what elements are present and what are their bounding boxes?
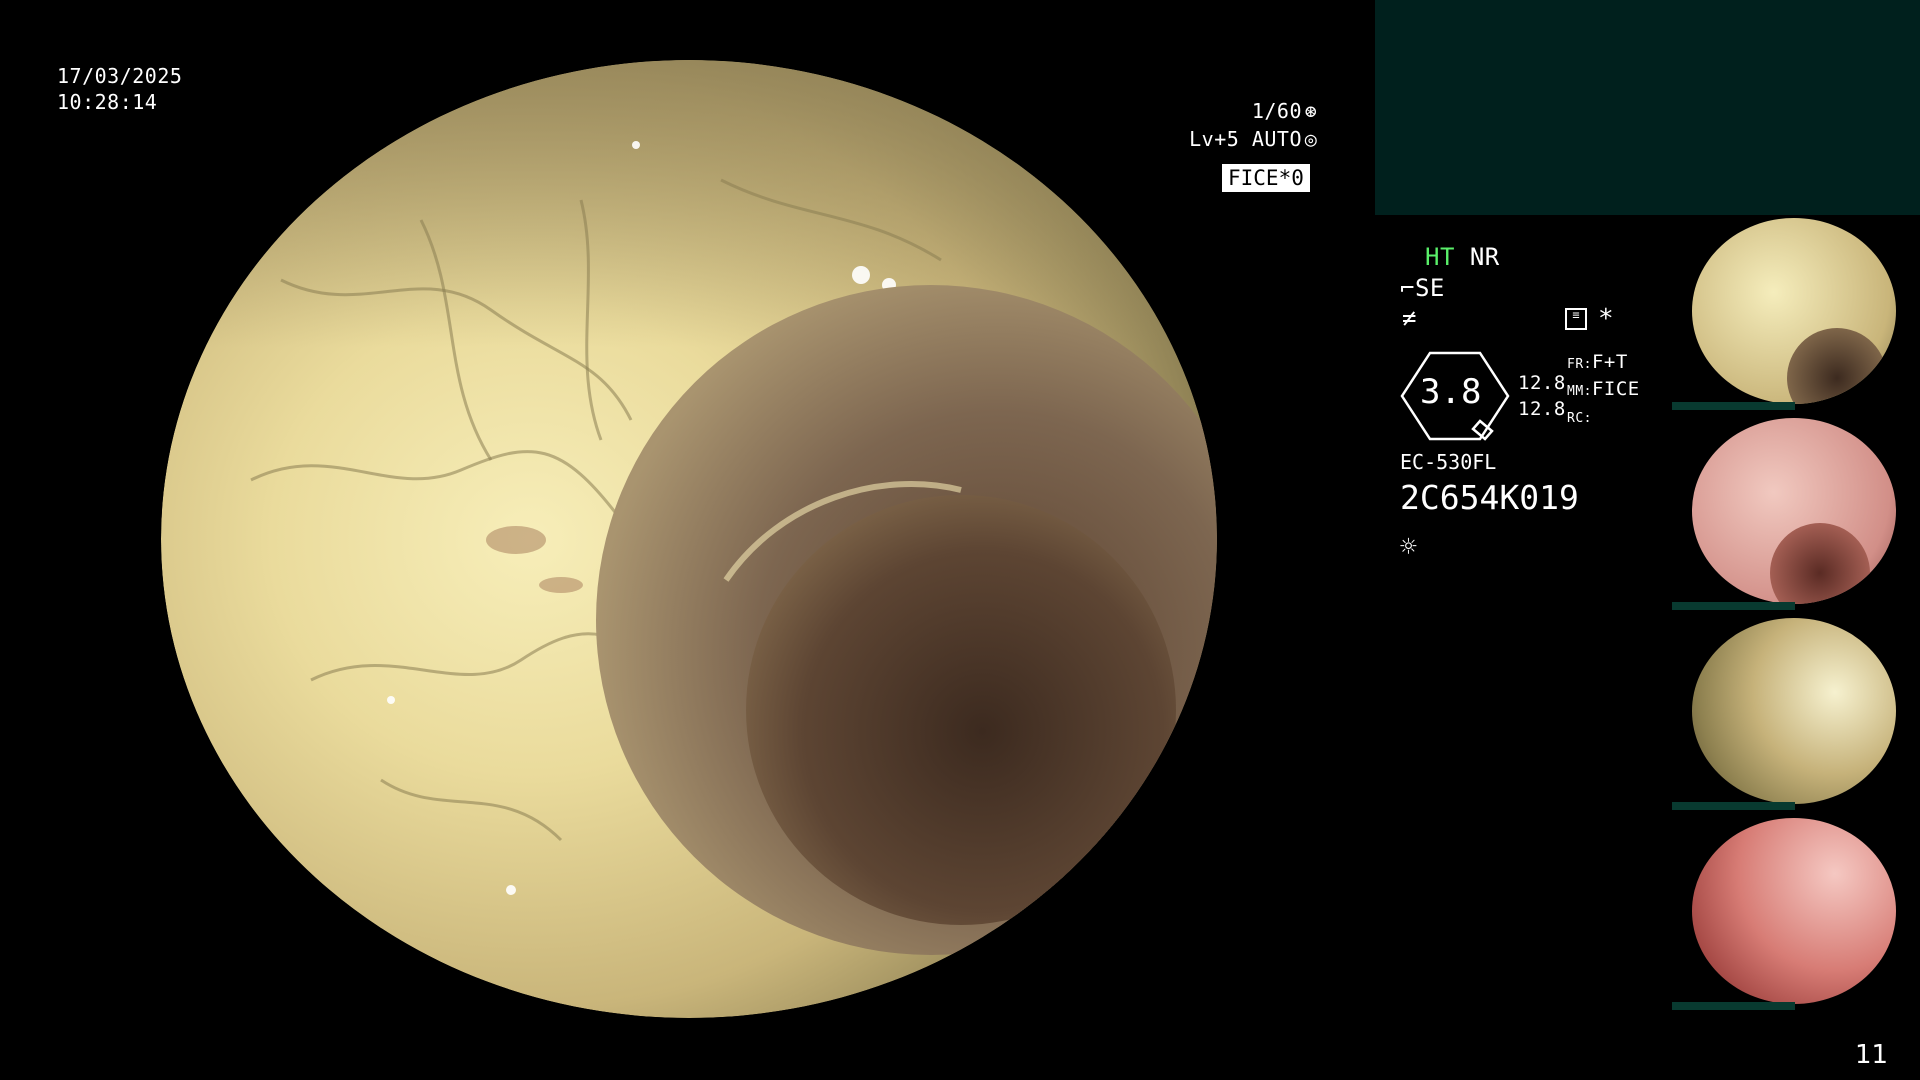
thumbnail-bar: [1672, 402, 1795, 410]
thumbnail-bar: [1672, 1002, 1795, 1010]
exposure-readout: Lv+5 AUTO ◎: [1170, 126, 1320, 152]
fice-indicator: FICE*0: [1222, 164, 1310, 192]
level-value-1: 12.8: [1518, 372, 1566, 394]
level-value: 3.8: [1420, 372, 1482, 412]
mm-label: MM:: [1567, 384, 1592, 399]
thumbnail-4[interactable]: [1672, 815, 1920, 1010]
thumbnail-3[interactable]: [1672, 615, 1920, 810]
date-label: 17/03/2025: [57, 64, 183, 88]
thumbnail-2[interactable]: [1672, 415, 1920, 610]
thumbnail-image: [1692, 418, 1896, 604]
fr-value: F+T: [1591, 351, 1628, 373]
fr-label: FR:: [1567, 357, 1592, 372]
thumbnail-image: [1692, 818, 1896, 1004]
thumbnail-bar: [1672, 602, 1795, 610]
scope-serial: 2C654K019: [1400, 478, 1579, 517]
rc-label: RC:: [1567, 411, 1592, 426]
exposure-level: Lv+5: [1189, 127, 1240, 151]
light-icon: ☼: [1400, 530, 1417, 563]
endoscopic-image: [161, 60, 1217, 1018]
page-number: 11: [1855, 1040, 1889, 1070]
scope-model: EC-530FL: [1400, 450, 1497, 474]
time-label: 10:28:14: [57, 90, 158, 114]
auto-exposure-icon: ◎: [1304, 127, 1318, 151]
level-value-2: 12.8: [1518, 398, 1566, 420]
shutter-label: 1/60: [1251, 99, 1302, 123]
thumbnail-bar: [1672, 802, 1795, 810]
shutter-readout: 1/60 ⊛: [1200, 98, 1320, 124]
exposure-mode: AUTO: [1251, 127, 1302, 151]
thumbnail-1[interactable]: [1672, 215, 1920, 410]
level-values: 12.8 12.8: [1518, 370, 1566, 422]
ht-label: HT: [1425, 243, 1455, 271]
fice-star-icon: *: [1278, 166, 1292, 190]
se-label: SE: [1414, 274, 1445, 302]
memo-icon: ≡: [1565, 308, 1587, 330]
processing-modes: HT NR: [1425, 244, 1500, 270]
star-indicator: *: [1598, 304, 1615, 334]
mode-table: FR:F+T MM:FICE RC:: [1567, 350, 1640, 431]
mm-value: FICE: [1591, 378, 1640, 400]
thumbnail-image: [1692, 618, 1896, 804]
shutter-icon: ⊛: [1304, 99, 1318, 123]
fice-value: 0: [1291, 166, 1304, 190]
filter-icon: ≠: [1402, 304, 1417, 332]
thumbnail-image: [1692, 218, 1896, 404]
scope-se-icon: ⌐: [1400, 274, 1415, 302]
patient-info-box: [1375, 0, 1920, 215]
se-mode: ⌐SE: [1400, 275, 1445, 301]
fice-label: FICE: [1228, 166, 1279, 190]
endoscope-main-view: [161, 60, 1217, 1018]
date-time: 17/03/2025 10:28:14: [57, 63, 182, 115]
nr-label: NR: [1469, 243, 1500, 271]
